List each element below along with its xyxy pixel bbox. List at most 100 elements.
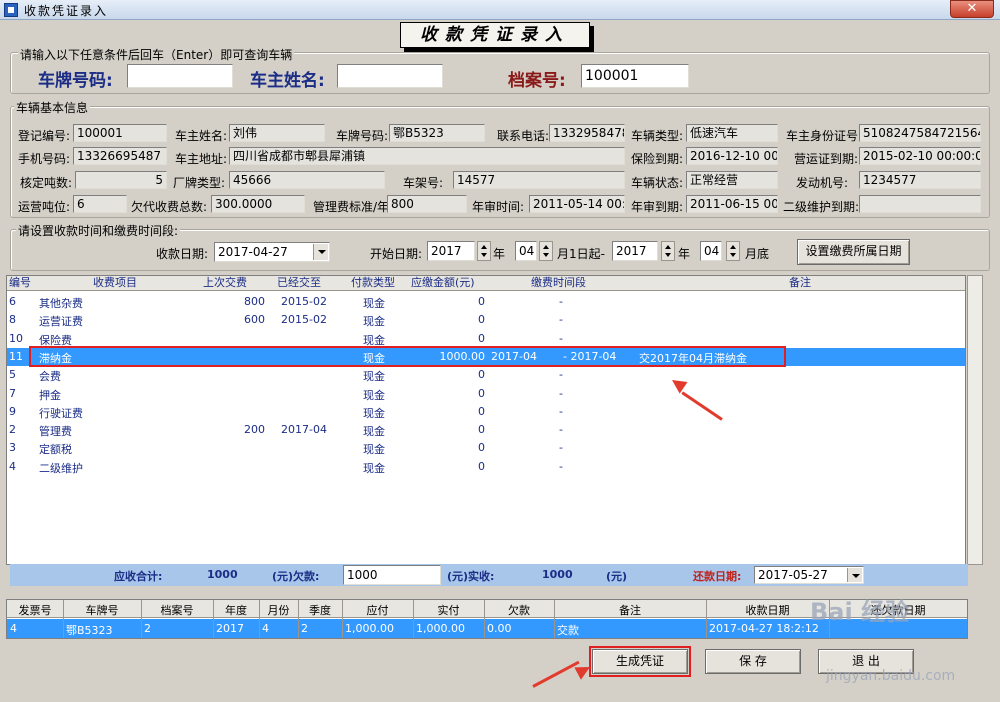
- phone-label: 联系电话:: [497, 129, 550, 143]
- cell-paid-to: 2015-02: [281, 295, 327, 308]
- end-year-spinner[interactable]: [661, 241, 675, 261]
- owner-name-field[interactable]: 刘伟: [229, 124, 325, 142]
- start-year-spinner[interactable]: [477, 241, 491, 261]
- start-month-input[interactable]: 04: [515, 241, 537, 261]
- collect-date-select[interactable]: 2017-04-27: [214, 242, 330, 262]
- column-divider: [141, 600, 142, 638]
- brand-label: 厂牌类型:: [173, 176, 226, 190]
- l2-maint-field[interactable]: [859, 195, 981, 213]
- review-due-field[interactable]: 2011-06-15 00:0: [686, 195, 778, 213]
- fee-row[interactable]: 5 会费 现金 0 -: [7, 366, 965, 384]
- review-due-label: 年审到期:: [631, 200, 684, 214]
- voucher-col-header: 应付: [366, 604, 389, 617]
- reg-no-field[interactable]: 100001: [73, 124, 167, 142]
- close-button[interactable]: ✕: [950, 0, 994, 18]
- chevron-down-icon[interactable]: [313, 244, 328, 260]
- start-month-spinner[interactable]: [539, 241, 553, 261]
- fee-row[interactable]: 8 运营证费 600 2015-02 现金 0 -: [7, 311, 965, 329]
- vehicle-type-field[interactable]: 低速汽车: [686, 124, 778, 142]
- voucher-col-header: 发票号: [18, 604, 52, 617]
- cell-pay-type: 现金: [363, 315, 385, 329]
- fee-row[interactable]: 7 押金 现金 0 -: [7, 385, 965, 403]
- cell-from: -: [559, 441, 563, 455]
- frame-field[interactable]: 14577: [453, 171, 625, 189]
- vehicle-status-field[interactable]: 正常经营: [686, 171, 778, 189]
- vehicle-status-label: 车辆状态:: [631, 176, 684, 190]
- repay-date-select[interactable]: 2017-05-27: [754, 566, 864, 584]
- brand-field[interactable]: 45666: [229, 171, 385, 189]
- cell-item: 管理费: [39, 425, 72, 439]
- cell-paid-to: 2015-02: [281, 313, 327, 327]
- col-period: 缴费时间段: [531, 276, 586, 289]
- cell-amount: 0: [478, 368, 485, 382]
- owed-total-field[interactable]: 300.0000: [211, 195, 305, 213]
- cell-from: -: [559, 423, 563, 437]
- plate-query-input[interactable]: [127, 64, 233, 88]
- col-amount: 应缴金额(元): [411, 276, 475, 289]
- from-label: 月1日起-: [557, 247, 605, 261]
- col-paid-to: 已经交至: [277, 276, 321, 289]
- voucher-cell: 交款: [557, 624, 579, 637]
- cell-id: 3: [9, 441, 16, 455]
- cell-id: 9: [9, 404, 16, 418]
- voucher-col-header: 车牌号: [85, 604, 119, 617]
- fee-row[interactable]: 10 保险费 现金 0-: [7, 330, 965, 348]
- column-divider: [63, 600, 64, 638]
- repay-date-value: 2017-05-27: [758, 568, 828, 582]
- cell-item: 定额税: [39, 443, 72, 457]
- col-last: 上次交费: [203, 276, 247, 289]
- review-time-field[interactable]: 2011-05-14 00:00: [529, 195, 625, 213]
- file-query-input[interactable]: 100001: [581, 64, 689, 88]
- voucher-cell: 4: [10, 622, 17, 635]
- fee-row[interactable]: 4 二级维护 现金 0 -: [7, 458, 965, 476]
- end-month-input[interactable]: 04: [700, 241, 722, 261]
- end-month-spinner[interactable]: [726, 241, 740, 261]
- column-divider: [706, 600, 707, 638]
- due-value: 1000: [207, 568, 238, 581]
- insurance-field[interactable]: 2016-12-10 00:0: [686, 147, 778, 165]
- cell-id: 8: [9, 313, 16, 327]
- end-year-input[interactable]: 2017: [612, 241, 658, 261]
- voucher-col-header: 备注: [619, 604, 641, 617]
- fee-row[interactable]: 6 其他杂费 800 2015-02 现金 0 -: [7, 293, 965, 311]
- phone-field[interactable]: 13329584784: [549, 124, 625, 142]
- plate-no-field[interactable]: 鄂B5323: [389, 124, 485, 142]
- cell-paid-to: 2017-04: [281, 423, 327, 437]
- baidu-watermark-url: jingyan.baidu.com: [826, 668, 956, 684]
- operating-tons-field[interactable]: 6: [73, 195, 127, 213]
- cell-amount: 0: [478, 386, 485, 400]
- engine-field[interactable]: 1234577: [859, 171, 981, 189]
- insurance-label: 保险到期:: [631, 152, 684, 166]
- chevron-down-icon[interactable]: [847, 568, 862, 582]
- tons-field[interactable]: 5: [75, 171, 167, 189]
- start-year-input[interactable]: 2017: [427, 241, 475, 261]
- fee-row[interactable]: 3 定额税 现金 0 -: [7, 439, 965, 457]
- l2-maint-label: 二级维护到期:: [783, 200, 860, 214]
- cell-item: 运营证费: [39, 315, 83, 329]
- address-label: 车主地址:: [175, 152, 228, 166]
- fee-table: 编号 收费项目 上次交费 已经交至 付款类型 应缴金额(元) 缴费时间段 备注 …: [6, 275, 966, 565]
- set-period-button[interactable]: 设置缴费所属日期: [797, 239, 910, 265]
- fee-table-scrollbar[interactable]: [967, 275, 983, 565]
- voucher-cell: 2: [144, 622, 151, 635]
- cell-pay-type: 现金: [363, 297, 385, 310]
- fee-row[interactable]: 9 行驶证费 现金 0 -: [7, 403, 965, 421]
- operate-permit-field[interactable]: 2015-02-10 00:00:00: [859, 147, 981, 165]
- cell-item: 行驶证费: [39, 406, 83, 420]
- address-field[interactable]: 四川省成都市郫县犀浦镇: [229, 147, 625, 165]
- cell-amount: 0: [478, 295, 485, 308]
- owe-input[interactable]: 1000: [343, 565, 441, 585]
- received-label: (元)实收:: [447, 570, 495, 583]
- mgmt-fee-field[interactable]: 800: [387, 195, 467, 213]
- voucher-cell: 2017: [216, 622, 244, 635]
- query-legend: 请输入以下任意条件后回车（Enter）即可查询车辆: [18, 46, 295, 63]
- cell-item: 押金: [39, 388, 61, 402]
- save-button[interactable]: 保 存: [705, 649, 801, 674]
- owner-query-input[interactable]: [337, 64, 443, 88]
- fee-row[interactable]: 2 管理费 200 2017-04 现金 0 -: [7, 421, 965, 439]
- cell-item: 会费: [39, 370, 61, 384]
- voucher-cell: 1,000.00: [416, 622, 465, 635]
- idcard-field[interactable]: 510824758472156455: [859, 124, 981, 142]
- mobile-field[interactable]: 13326695487: [73, 147, 167, 165]
- owe-label: (元)欠款:: [272, 570, 320, 583]
